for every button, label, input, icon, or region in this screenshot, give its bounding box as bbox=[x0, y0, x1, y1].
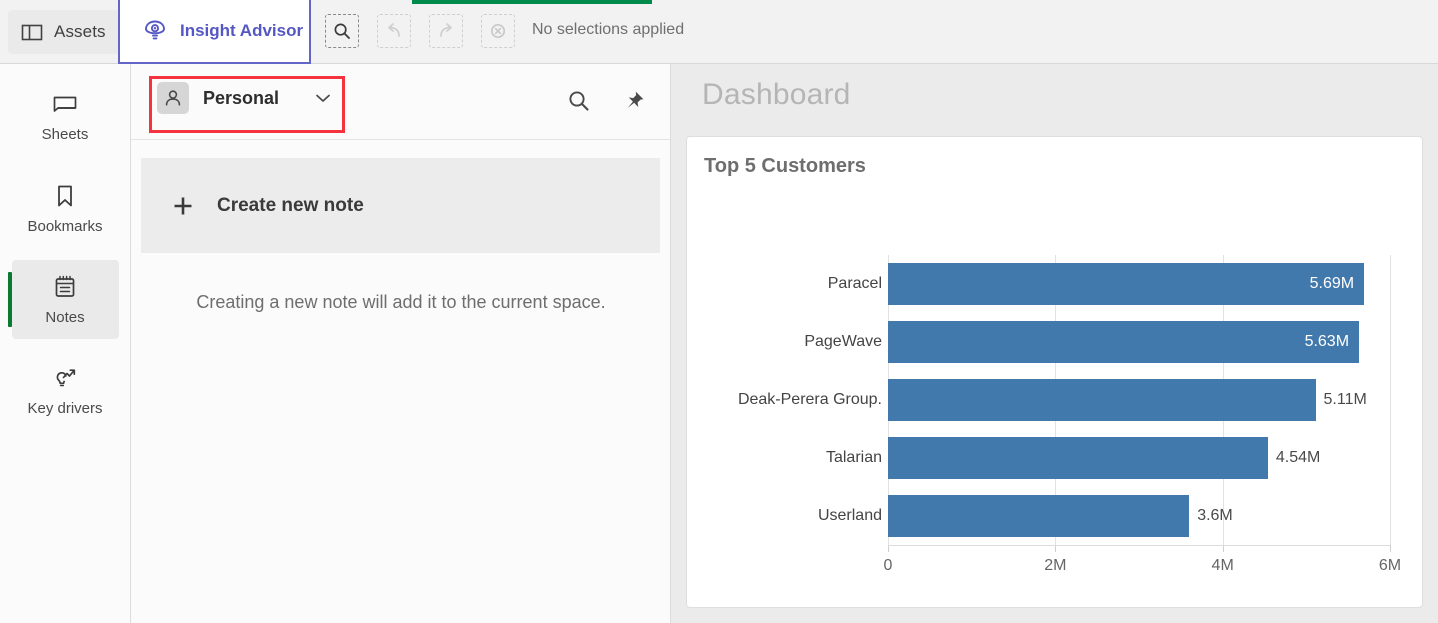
space-selector[interactable]: Personal bbox=[151, 76, 341, 120]
clear-selections-icon bbox=[488, 21, 508, 41]
tab-insight-advisor[interactable]: Insight Advisor bbox=[118, 0, 311, 64]
tab-insight-advisor-label: Insight Advisor bbox=[180, 21, 303, 41]
assets-button[interactable]: Assets bbox=[8, 10, 122, 54]
step-forward-button[interactable] bbox=[429, 14, 463, 48]
create-new-note-button[interactable]: Create new note bbox=[141, 158, 660, 253]
bar-category-label: Deak-Perera Group. bbox=[738, 391, 882, 409]
space-selector-label: Personal bbox=[203, 88, 279, 109]
bar-value-label: 5.63M bbox=[1305, 333, 1349, 351]
bar-chart-row[interactable]: Deak-Perera Group. 5.11M bbox=[687, 371, 1424, 429]
x-axis-tick-label: 6M bbox=[1379, 557, 1401, 575]
sheets-icon bbox=[51, 93, 79, 117]
progress-bar bbox=[412, 0, 652, 4]
sidebar-item-key-drivers[interactable]: Key drivers bbox=[12, 351, 119, 430]
clear-selections-button[interactable] bbox=[481, 14, 515, 48]
smart-search-button[interactable] bbox=[325, 14, 359, 48]
notes-header-actions bbox=[566, 88, 646, 114]
bar[interactable] bbox=[888, 263, 1364, 305]
bar-value-label: 4.54M bbox=[1276, 449, 1320, 467]
bar-chart-row[interactable]: Userland 3.6M bbox=[687, 487, 1424, 545]
bar-category-label: Paracel bbox=[828, 275, 882, 293]
notes-panel: Personal bbox=[131, 64, 671, 623]
search-icon[interactable] bbox=[566, 88, 592, 114]
panel-layout-icon bbox=[20, 21, 44, 43]
sidebar-item-notes-label: Notes bbox=[45, 309, 84, 326]
x-axis-tick-label: 0 bbox=[884, 557, 893, 575]
bar-value-label: 5.69M bbox=[1310, 275, 1354, 293]
bar-chart-plot[interactable]: 0 2M 4M 6M Paracel 5.69M PageWave 5.63M Deak-Per… bbox=[687, 197, 1424, 607]
chart-title: Top 5 Customers bbox=[704, 155, 866, 178]
x-axis-tick bbox=[1390, 545, 1391, 552]
sidebar-item-sheets[interactable]: Sheets bbox=[12, 78, 119, 157]
bar-category-label: Userland bbox=[818, 507, 882, 525]
bar[interactable] bbox=[888, 437, 1268, 479]
sidebar-item-bookmarks-label: Bookmarks bbox=[27, 218, 102, 235]
smart-search-icon bbox=[332, 21, 352, 41]
notes-icon bbox=[52, 274, 78, 300]
create-new-note-label: Create new note bbox=[217, 195, 364, 217]
x-axis-tick-label: 2M bbox=[1044, 557, 1066, 575]
x-axis-tick-label: 4M bbox=[1212, 557, 1234, 575]
left-rail: Sheets Bookmarks bbox=[0, 64, 131, 623]
top-toolbar: Assets Insight Advisor bbox=[0, 0, 1438, 64]
sidebar-item-notes[interactable]: Notes bbox=[12, 260, 119, 339]
dashboard-area: Dashboard Top 5 Customers 0 2M 4M 6M Paracel… bbox=[671, 64, 1438, 623]
chevron-down-icon bbox=[315, 93, 331, 103]
x-axis-tick bbox=[1223, 545, 1224, 552]
bar[interactable] bbox=[888, 321, 1359, 363]
notes-panel-header: Personal bbox=[131, 64, 670, 140]
x-axis-tick bbox=[888, 545, 889, 552]
bookmark-icon bbox=[53, 183, 77, 209]
chart-card[interactable]: Top 5 Customers 0 2M 4M 6M Paracel 5.69M PageW… bbox=[686, 136, 1423, 608]
bar-value-label: 3.6M bbox=[1197, 507, 1233, 525]
sidebar-item-key-drivers-label: Key drivers bbox=[27, 400, 102, 417]
sidebar-item-bookmarks[interactable]: Bookmarks bbox=[12, 169, 119, 248]
selection-status-text: No selections applied bbox=[532, 21, 684, 39]
bar-category-label: PageWave bbox=[804, 333, 882, 351]
bar-category-label: Talarian bbox=[826, 449, 882, 467]
insight-advisor-icon bbox=[142, 18, 168, 44]
sidebar-item-sheets-label: Sheets bbox=[42, 126, 89, 143]
bar[interactable] bbox=[888, 379, 1316, 421]
bar-value-label: 5.11M bbox=[1324, 391, 1367, 409]
bar[interactable] bbox=[888, 495, 1189, 537]
bar-chart-row[interactable]: Paracel 5.69M bbox=[687, 255, 1424, 313]
step-back-icon bbox=[384, 21, 404, 41]
person-icon bbox=[157, 82, 189, 114]
notes-empty-hint: Creating a new note will add it to the c… bbox=[131, 292, 671, 313]
step-back-button[interactable] bbox=[377, 14, 411, 48]
bar-chart-row[interactable]: PageWave 5.63M bbox=[687, 313, 1424, 371]
plus-icon bbox=[171, 194, 195, 218]
x-axis-tick bbox=[1055, 545, 1056, 552]
x-axis-line bbox=[888, 545, 1390, 546]
selection-toolbar bbox=[325, 14, 515, 48]
app-root: Assets Insight Advisor bbox=[0, 0, 1438, 623]
key-drivers-icon bbox=[51, 365, 79, 391]
assets-button-label: Assets bbox=[54, 22, 106, 42]
pin-icon[interactable] bbox=[622, 89, 646, 113]
page-title: Dashboard bbox=[702, 78, 851, 112]
bar-chart-row[interactable]: Talarian 4.54M bbox=[687, 429, 1424, 487]
step-forward-icon bbox=[436, 21, 456, 41]
